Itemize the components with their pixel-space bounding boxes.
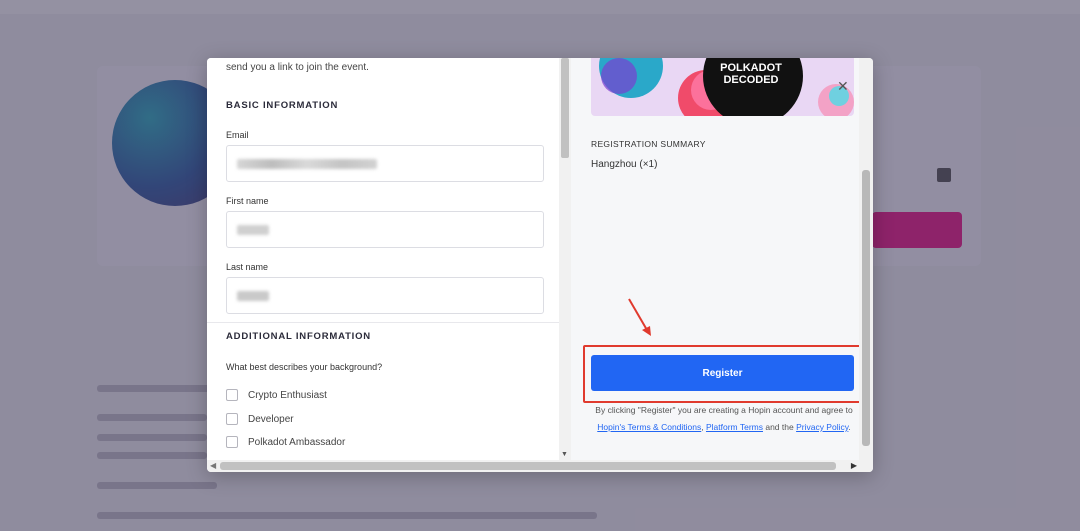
horizontal-scrollbar[interactable]: ◀ ▶ (207, 460, 873, 472)
scroll-down-arrow-icon[interactable]: ▼ (561, 451, 568, 458)
checkbox[interactable] (226, 389, 238, 401)
email-field[interactable] (226, 145, 544, 182)
option-developer[interactable]: Developer (226, 413, 294, 425)
platform-terms-link[interactable]: Platform Terms (706, 422, 763, 432)
checkbox[interactable] (226, 413, 238, 425)
first-name-field[interactable] (226, 211, 544, 248)
scrollbar-thumb[interactable] (561, 58, 569, 158)
hopin-terms-link[interactable]: Hopin's Terms & Conditions (597, 422, 701, 432)
terms-notice: By clicking "Register" you are creating … (591, 402, 857, 436)
scroll-right-arrow-icon[interactable]: ▶ (851, 461, 857, 470)
annotation-arrow-icon (628, 298, 651, 336)
option-label: Developer (248, 413, 294, 425)
option-label: Polkadot Ambassador (248, 436, 346, 448)
summary-scrollbar[interactable] (859, 58, 873, 460)
first-name-value-redacted (237, 225, 269, 235)
basic-information-title: BASIC INFORMATION (226, 100, 339, 111)
last-name-label: Last name (226, 262, 269, 272)
event-banner-title: POLKADOT DECODED (720, 62, 782, 86)
option-polkadot-ambassador[interactable]: Polkadot Ambassador (226, 436, 345, 448)
scroll-left-arrow-icon[interactable]: ◀ (210, 461, 216, 470)
close-icon[interactable]: ✕ (837, 78, 849, 95)
additional-information-title: ADDITIONAL INFORMATION (226, 331, 371, 342)
option-crypto-enthusiast[interactable]: Crypto Enthusiast (226, 389, 327, 401)
last-name-field[interactable] (226, 277, 544, 314)
terms-text: and the (762, 422, 797, 432)
registration-summary-title: REGISTRATION SUMMARY (591, 139, 706, 149)
section-divider (207, 322, 559, 323)
background-question: What best describes your background? (226, 362, 383, 372)
register-button[interactable]: Register (591, 355, 854, 391)
option-label: Crypto Enthusiast (248, 389, 327, 401)
registration-summary-panel: POLKADOT DECODED ✕ REGISTRATION SUMMARY … (571, 58, 866, 460)
registration-form: send you a link to join the event. BASIC… (207, 58, 559, 460)
scrollbar-thumb[interactable] (220, 462, 836, 470)
form-scrollbar[interactable]: ▼ (559, 58, 571, 460)
scrollbar-thumb[interactable] (862, 170, 870, 446)
terms-text: By clicking "Register" you are creating … (595, 405, 853, 415)
intro-text: send you a link to join the event. (226, 62, 369, 73)
first-name-label: First name (226, 196, 269, 206)
registration-modal: send you a link to join the event. BASIC… (207, 58, 873, 472)
event-banner: POLKADOT DECODED (591, 58, 854, 116)
email-label: Email (226, 130, 249, 140)
privacy-policy-link[interactable]: Privacy Policy (796, 422, 848, 432)
summary-ticket-item: Hangzhou (×1) (591, 159, 658, 170)
terms-text: . (848, 422, 851, 432)
last-name-value-redacted (237, 291, 269, 301)
email-value-redacted (237, 159, 377, 169)
checkbox[interactable] (226, 436, 238, 448)
